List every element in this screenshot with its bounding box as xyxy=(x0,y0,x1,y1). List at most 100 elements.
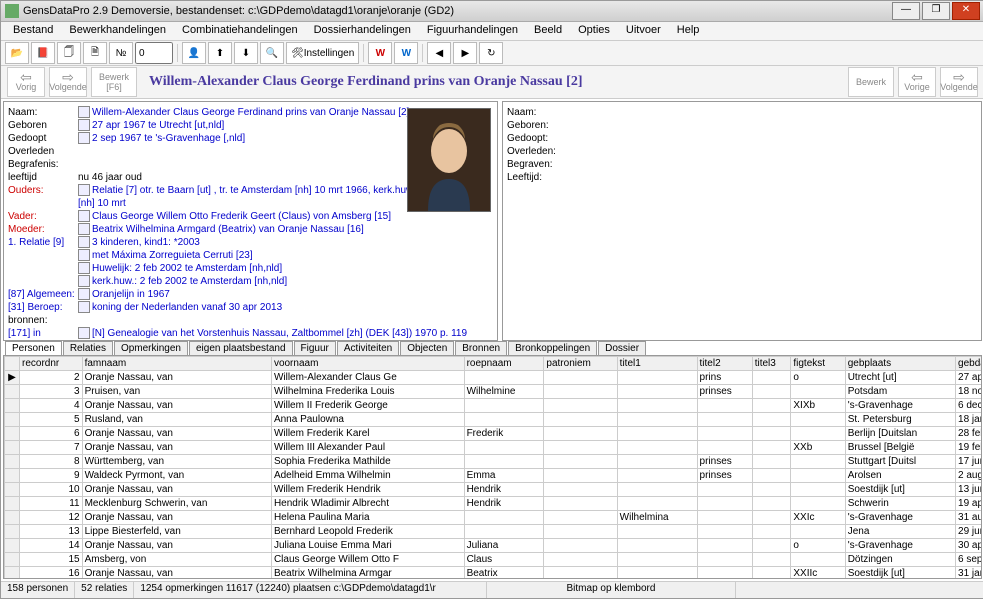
col-famnaam[interactable]: famnaam xyxy=(82,357,271,371)
col-gebdatum[interactable]: gebdatum xyxy=(956,357,982,371)
detail-link[interactable]: met Máxima Zorreguieta Cerruti [23] xyxy=(92,250,253,261)
data-grid[interactable]: recordnrfamnaamvoornaamroepnaampatroniem… xyxy=(3,355,982,579)
tool-w1-icon[interactable]: W xyxy=(368,42,392,64)
detail-link[interactable]: Claus George Willem Otto Frederik Geert … xyxy=(92,211,391,222)
tab-objecten[interactable]: Objecten xyxy=(400,341,454,355)
table-row[interactable]: 9Waldeck Pyrmont, vanAdelheid Emma Wilhe… xyxy=(5,469,983,483)
tab-bronkoppelingen[interactable]: Bronkoppelingen xyxy=(508,341,597,355)
arrow-left-icon: ⇦ xyxy=(20,72,32,82)
table-row[interactable]: 11Mecklenburg Schwerin, vanHendrik Wladi… xyxy=(5,497,983,511)
col-roepnaam[interactable]: roepnaam xyxy=(464,357,544,371)
detail-row: met Máxima Zorreguieta Cerruti [23] xyxy=(8,249,493,262)
tab-relaties[interactable]: Relaties xyxy=(63,341,113,355)
tab-activiteiten[interactable]: Activiteiten xyxy=(337,341,399,355)
table-row[interactable]: ▶2Oranje Nassau, vanWillem-Alexander Cla… xyxy=(5,371,983,385)
tool-copy-icon[interactable]: 🗎 xyxy=(83,42,107,64)
tool-desc-icon[interactable]: ⬇ xyxy=(234,42,258,64)
tabs: PersonenRelatiesOpmerkingeneigen plaatsb… xyxy=(1,341,983,355)
detail-link[interactable]: Willem-Alexander Claus George Ferdinand … xyxy=(92,107,409,118)
table-row[interactable]: 8Württemberg, vanSophia Frederika Mathil… xyxy=(5,455,983,469)
maximize-button[interactable]: ❐ xyxy=(922,2,950,20)
menu-help[interactable]: Help xyxy=(669,22,708,40)
tool-nav2-icon[interactable]: ▶ xyxy=(453,42,477,64)
menu-figuurhandelingen[interactable]: Figuurhandelingen xyxy=(419,22,526,40)
tool-book-icon[interactable]: 📕 xyxy=(31,42,55,64)
col-gebplaats[interactable]: gebplaats xyxy=(845,357,955,371)
detail-link[interactable]: nu 46 jaar oud xyxy=(78,172,142,183)
tab-opmerkingen[interactable]: Opmerkingen xyxy=(114,341,188,355)
tool-w2-icon[interactable]: W xyxy=(394,42,418,64)
col-patroniem[interactable]: patroniem xyxy=(544,357,617,371)
table-row[interactable]: 16Oranje Nassau, vanBeatrix Wilhelmina A… xyxy=(5,567,983,580)
detail-link[interactable]: 3 kinderen, kind1: *2003 xyxy=(92,237,200,248)
tab-eigen-plaatsbestand[interactable]: eigen plaatsbestand xyxy=(189,341,293,355)
tab-personen[interactable]: Personen xyxy=(5,341,62,355)
tab-bronnen[interactable]: Bronnen xyxy=(455,341,507,355)
record-number-input[interactable] xyxy=(135,42,173,64)
table-row[interactable]: 4Oranje Nassau, vanWillem II Frederik Ge… xyxy=(5,399,983,413)
detail-row: bronnen: xyxy=(8,314,493,327)
menu-bewerkhandelingen[interactable]: Bewerkhandelingen xyxy=(61,22,174,40)
table-row[interactable]: 14Oranje Nassau, vanJuliana Louise Emma … xyxy=(5,539,983,553)
col-voornaam[interactable]: voornaam xyxy=(271,357,464,371)
person-photo[interactable] xyxy=(407,108,491,212)
tool-num-icon[interactable]: № xyxy=(109,42,133,64)
tool-tree-icon[interactable]: ⬆ xyxy=(208,42,232,64)
tab-figuur[interactable]: Figuur xyxy=(294,341,336,355)
window-title: GensDataPro 2.9 Demoversie, bestandenset… xyxy=(23,5,892,17)
settings-button[interactable]: 🛠 Instellingen xyxy=(286,42,359,64)
right-back-button[interactable]: ⇦Vorige xyxy=(898,67,936,97)
tab-dossier[interactable]: Dossier xyxy=(598,341,646,355)
detail-row: Moeder:Beatrix Wilhelmina Armgard (Beatr… xyxy=(8,223,493,236)
table-row[interactable]: 12Oranje Nassau, vanHelena Paulina Maria… xyxy=(5,511,983,525)
detail-link[interactable]: Huwelijk: 2 feb 2002 te Amsterdam [nh,nl… xyxy=(92,263,282,274)
tool-nav1-icon[interactable]: ◀ xyxy=(427,42,451,64)
minimize-button[interactable]: — xyxy=(892,2,920,20)
forward-button[interactable]: ⇨Volgende xyxy=(49,67,87,97)
detail-link[interactable]: koning der Nederlanden vanaf 30 apr 2013 xyxy=(92,302,282,313)
table-row[interactable]: 13Lippe Biesterfeld, vanBernhard Leopold… xyxy=(5,525,983,539)
detail-link[interactable]: kerk.huw.: 2 feb 2002 te Amsterdam [nh,n… xyxy=(92,276,287,287)
arrow-right-icon: ⇨ xyxy=(62,72,74,82)
table-row[interactable]: 15Amsberg, vonClaus George Willem Otto F… xyxy=(5,553,983,567)
col-titel1[interactable]: titel1 xyxy=(617,357,697,371)
col-titel3[interactable]: titel3 xyxy=(752,357,791,371)
detail-link[interactable]: 2 sep 1967 te 's-Gravenhage [,nld] xyxy=(92,133,245,144)
table-row[interactable]: 10Oranje Nassau, vanWillem Frederik Hend… xyxy=(5,483,983,497)
table-row[interactable]: 5Rusland, vanAnna PaulownaSt. Petersburg… xyxy=(5,413,983,427)
table-row[interactable]: 3Pruisen, vanWilhelmina Frederika LouisW… xyxy=(5,385,983,399)
detail-link[interactable]: Beatrix Wilhelmina Armgard (Beatrix) van… xyxy=(92,224,364,235)
r-leeftijd: Leeftijd: xyxy=(507,171,977,184)
detail-row: kerk.huw.: 2 feb 2002 te Amsterdam [nh,n… xyxy=(8,275,493,288)
right-edit-button[interactable]: Bewerk xyxy=(848,67,894,97)
menu-combinatiehandelingen[interactable]: Combinatiehandelingen xyxy=(174,22,306,40)
tool-open-icon[interactable]: 📂 xyxy=(5,42,29,64)
menu-dossierhandelingen[interactable]: Dossierhandelingen xyxy=(306,22,419,40)
right-forward-button[interactable]: ⇨Volgende xyxy=(940,67,978,97)
table-row[interactable]: 7Oranje Nassau, vanWillem III Alexander … xyxy=(5,441,983,455)
tool-person-icon[interactable]: 👤 xyxy=(182,42,206,64)
menu-uitvoer[interactable]: Uitvoer xyxy=(618,22,669,40)
menu-beeld[interactable]: Beeld xyxy=(526,22,570,40)
r-begraven: Begraven: xyxy=(507,158,977,171)
detail-link[interactable]: Oranjelijn in 1967 xyxy=(92,289,170,300)
col-marker[interactable] xyxy=(5,357,20,371)
tool-search-icon[interactable]: 🔍 xyxy=(260,42,284,64)
menu-bestand[interactable]: Bestand xyxy=(5,22,61,40)
tool-refresh-icon[interactable]: ↻ xyxy=(479,42,503,64)
col-recordnr[interactable]: recordnr xyxy=(20,357,83,371)
detail-row: Huwelijk: 2 feb 2002 te Amsterdam [nh,nl… xyxy=(8,262,493,275)
edit-button[interactable]: Bewerk[F6] xyxy=(91,67,137,97)
col-titel2[interactable]: titel2 xyxy=(697,357,752,371)
detail-link[interactable]: 27 apr 1967 te Utrecht [ut,nld] xyxy=(92,120,224,131)
col-figtekst[interactable]: figtekst xyxy=(791,357,845,371)
menu-opties[interactable]: Opties xyxy=(570,22,618,40)
detail-link[interactable]: [N] Genealogie van het Vorstenhuis Nassa… xyxy=(92,328,467,339)
status-personen: 158 personen xyxy=(1,582,75,598)
table-row[interactable]: 6Oranje Nassau, vanWillem Frederik Karel… xyxy=(5,427,983,441)
detail-row: [171] in[N] Genealogie van het Vorstenhu… xyxy=(8,327,493,340)
statusbar: 158 personen 52 relaties 1254 opmerkinge… xyxy=(1,581,983,598)
tool-print-icon[interactable]: 🗍 xyxy=(57,42,81,64)
back-button[interactable]: ⇦Vorig xyxy=(7,67,45,97)
close-button[interactable]: ✕ xyxy=(952,2,980,20)
